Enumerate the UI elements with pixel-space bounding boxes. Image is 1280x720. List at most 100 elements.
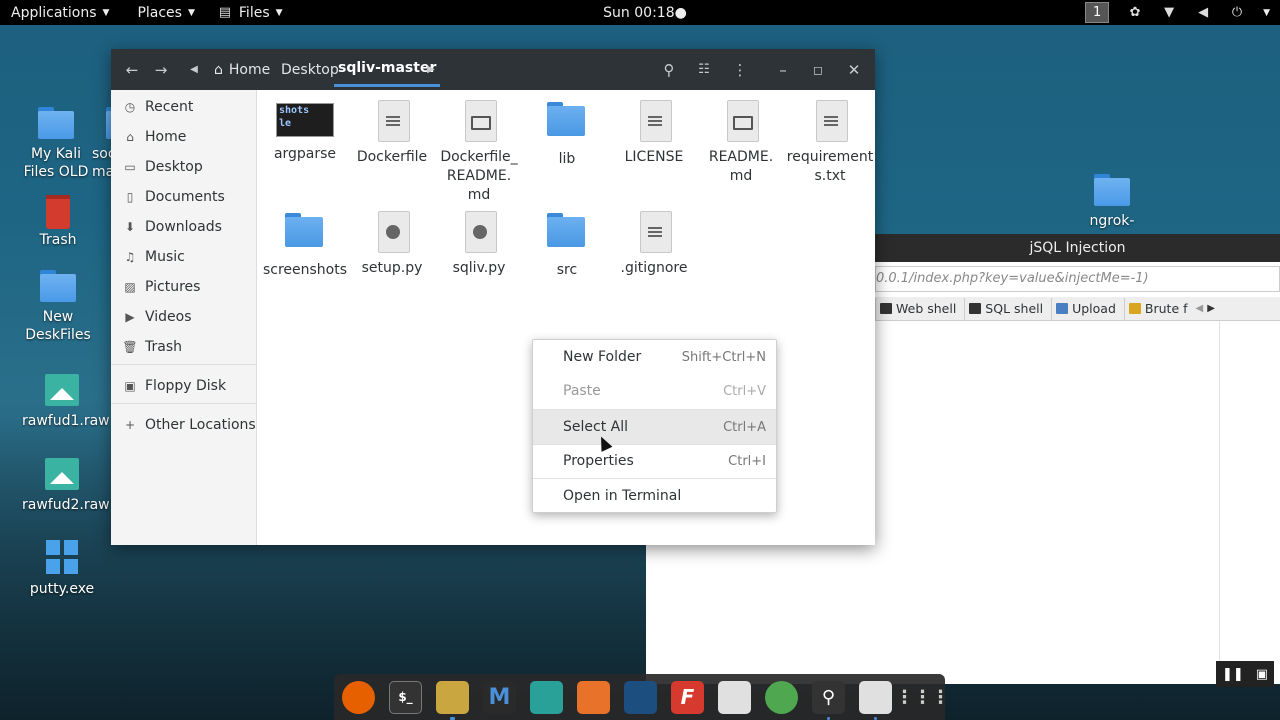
sidebar-item-music[interactable]: ♫ Music bbox=[111, 244, 257, 270]
dock-item-maltego[interactable] bbox=[624, 680, 657, 714]
view-options-button[interactable]: ☷ bbox=[689, 49, 719, 90]
users-icon[interactable]: ✿ bbox=[1127, 5, 1143, 20]
floppy-icon: ▣ bbox=[124, 379, 136, 393]
minimize-button[interactable]: – bbox=[768, 49, 798, 90]
terminal-icon bbox=[880, 303, 892, 314]
tab-upload[interactable]: Upload bbox=[1051, 297, 1120, 320]
power-icon[interactable]: ⏻ bbox=[1229, 5, 1245, 20]
jsql-titlebar[interactable]: jSQL Injection bbox=[875, 234, 1280, 262]
dock-item-burpsuite[interactable] bbox=[577, 680, 610, 714]
tab-brute-force[interactable]: Brute f bbox=[1123, 297, 1192, 320]
desktop-icon-rawfud2[interactable]: rawfud2.raw bbox=[22, 456, 110, 514]
desktop-icon-putty[interactable]: putty.exe bbox=[22, 540, 102, 598]
jsql-panel-divider bbox=[1219, 321, 1220, 684]
sidebar-item-trash[interactable]: 🗑 Trash bbox=[111, 334, 257, 360]
dock-item-faraday[interactable]: F bbox=[671, 680, 704, 714]
dock-item-searchsploit[interactable]: ⚲ bbox=[812, 680, 845, 720]
menu-item-select-all[interactable]: Select All Ctrl+A bbox=[533, 410, 776, 444]
dock-item-armitage[interactable] bbox=[530, 680, 563, 714]
breadcrumb-home[interactable]: ⌂ Home bbox=[214, 49, 270, 90]
places-sidebar: ◷ Recent ⌂ Home ▭ Desktop ▯ Documents ⬇ Downl… bbox=[111, 90, 257, 545]
dock-item-terminal[interactable]: $_ bbox=[389, 680, 422, 714]
desktop-icon-label: putty.exe bbox=[29, 581, 95, 597]
tab-web-shell[interactable]: Web shell bbox=[875, 297, 960, 320]
menu-item-open-in-terminal[interactable]: Open in Terminal bbox=[533, 479, 776, 513]
video-icon: ▶ bbox=[125, 310, 135, 324]
search-button[interactable]: ⚲ bbox=[654, 49, 684, 90]
sidebar-item-desktop[interactable]: ▭ Desktop bbox=[111, 154, 257, 180]
breadcrumb-left-button[interactable]: ◀ bbox=[179, 49, 209, 90]
sidebar-divider bbox=[111, 403, 257, 404]
clock[interactable]: Sun 00:18 bbox=[603, 5, 674, 21]
menu-item-label: Select All bbox=[563, 419, 628, 435]
folder-icon bbox=[36, 105, 76, 141]
desktop-icon-ngrok[interactable]: ngrok- bbox=[1072, 172, 1152, 230]
desktop-icon-label: rawfud2.raw bbox=[22, 497, 110, 513]
dock-item-firefox[interactable] bbox=[342, 680, 375, 714]
chevron-right-icon[interactable]: ▶ bbox=[1207, 303, 1215, 314]
dock-item-files[interactable] bbox=[436, 680, 469, 720]
wifi-icon[interactable]: ▼ bbox=[1161, 5, 1177, 20]
sidebar-item-other-locations[interactable]: + Other Locations bbox=[111, 412, 257, 438]
file-item-dockerfile[interactable]: Dockerfile bbox=[348, 100, 436, 167]
file-item-dockerfile-readme[interactable]: Dockerfile_ README. md bbox=[435, 100, 523, 205]
dock-item-app-grid[interactable]: ⋮⋮⋮ bbox=[896, 681, 950, 714]
desktop-icon-my-kali-files-old[interactable]: My Kali Files OLD bbox=[16, 105, 96, 181]
plus-icon: + bbox=[124, 418, 136, 432]
notification-dot-icon: ● bbox=[674, 4, 687, 21]
maximize-button[interactable]: ◻ bbox=[803, 49, 833, 90]
sidebar-item-home[interactable]: ⌂ Home bbox=[111, 124, 257, 150]
close-button[interactable]: ✕ bbox=[839, 49, 869, 90]
workspace-indicator[interactable]: 1 bbox=[1085, 2, 1110, 23]
sidebar-item-label: Floppy Disk bbox=[145, 378, 227, 394]
desktop-icon-rawfud1[interactable]: rawfud1.raw bbox=[22, 372, 110, 430]
file-item-src[interactable]: src bbox=[523, 213, 611, 280]
chevron-down-icon: ▼ bbox=[187, 7, 195, 18]
sidebar-item-label: Pictures bbox=[145, 279, 201, 295]
file-item-sqliv-py[interactable]: sqliv.py bbox=[435, 211, 523, 278]
places-label: Places bbox=[137, 4, 182, 21]
desktop-icon-new-deskfiles[interactable]: New DeskFiles bbox=[18, 268, 98, 344]
file-item-lib[interactable]: lib bbox=[523, 102, 611, 169]
file-item-argparse[interactable]: shots le argparse bbox=[261, 103, 349, 164]
menu-item-paste[interactable]: Paste Ctrl+V bbox=[533, 374, 776, 408]
dock-item-jsql[interactable] bbox=[859, 680, 892, 720]
menu-item-label: Paste bbox=[563, 383, 601, 399]
chevron-left-icon[interactable]: ◀ bbox=[1196, 303, 1204, 314]
file-item-readme[interactable]: README. md bbox=[697, 100, 785, 186]
forward-button[interactable]: → bbox=[146, 49, 176, 90]
file-item-requirements[interactable]: requirement s.txt bbox=[784, 100, 876, 186]
back-button[interactable]: ← bbox=[117, 49, 147, 90]
sidebar-item-recent[interactable]: ◷ Recent bbox=[111, 94, 257, 120]
chevron-down-icon[interactable]: ▼ bbox=[1263, 8, 1270, 18]
places-menu[interactable]: Places ▼ bbox=[126, 0, 205, 25]
desktop-icon-trash[interactable]: Trash bbox=[18, 191, 98, 249]
sidebar-item-videos[interactable]: ▶ Videos bbox=[111, 304, 257, 330]
menu-item-label: Properties bbox=[563, 453, 634, 469]
menu-item-shortcut: Ctrl+V bbox=[723, 383, 766, 399]
sidebar-item-documents[interactable]: ▯ Documents bbox=[111, 184, 257, 210]
file-item-license[interactable]: LICENSE bbox=[610, 100, 698, 167]
pause-icon[interactable]: ❚❚ bbox=[1222, 667, 1244, 682]
file-item-screenshots[interactable]: screenshots bbox=[261, 213, 349, 280]
applications-menu[interactable]: Applications ▼ bbox=[0, 0, 120, 25]
dock-item-leafpad[interactable] bbox=[718, 680, 751, 714]
menu-button[interactable]: ⋮ bbox=[725, 49, 755, 90]
file-item-gitignore[interactable]: .gitignore bbox=[610, 211, 698, 278]
file-name: requirement s.txt bbox=[786, 149, 874, 184]
sidebar-item-pictures[interactable]: ▨ Pictures bbox=[111, 274, 257, 300]
picture-in-picture-icon[interactable]: ▣ bbox=[1256, 667, 1268, 682]
dock-item-metasploit[interactable]: M bbox=[483, 680, 516, 714]
breadcrumb-desktop[interactable]: Desktop bbox=[281, 49, 339, 90]
jsql-url-input[interactable]: 0.0.1/index.php?key=value&injectMe=-1) bbox=[875, 266, 1280, 292]
file-item-setup-py[interactable]: setup.py bbox=[348, 211, 436, 278]
sidebar-item-downloads[interactable]: ⬇ Downloads bbox=[111, 214, 257, 240]
files-menu[interactable]: ▤ Files ▼ bbox=[206, 0, 294, 25]
sidebar-item-floppy-disk[interactable]: ▣ Floppy Disk bbox=[111, 373, 257, 399]
dock-item-greenbone[interactable] bbox=[765, 680, 798, 714]
breadcrumb-right-button[interactable]: ▶ bbox=[416, 49, 446, 90]
volume-icon[interactable]: ◀ bbox=[1195, 5, 1211, 20]
menu-item-new-folder[interactable]: New Folder Shift+Ctrl+N bbox=[533, 340, 776, 374]
tab-sql-shell[interactable]: SQL shell bbox=[964, 297, 1047, 320]
menu-item-properties[interactable]: Properties Ctrl+I bbox=[533, 444, 776, 478]
